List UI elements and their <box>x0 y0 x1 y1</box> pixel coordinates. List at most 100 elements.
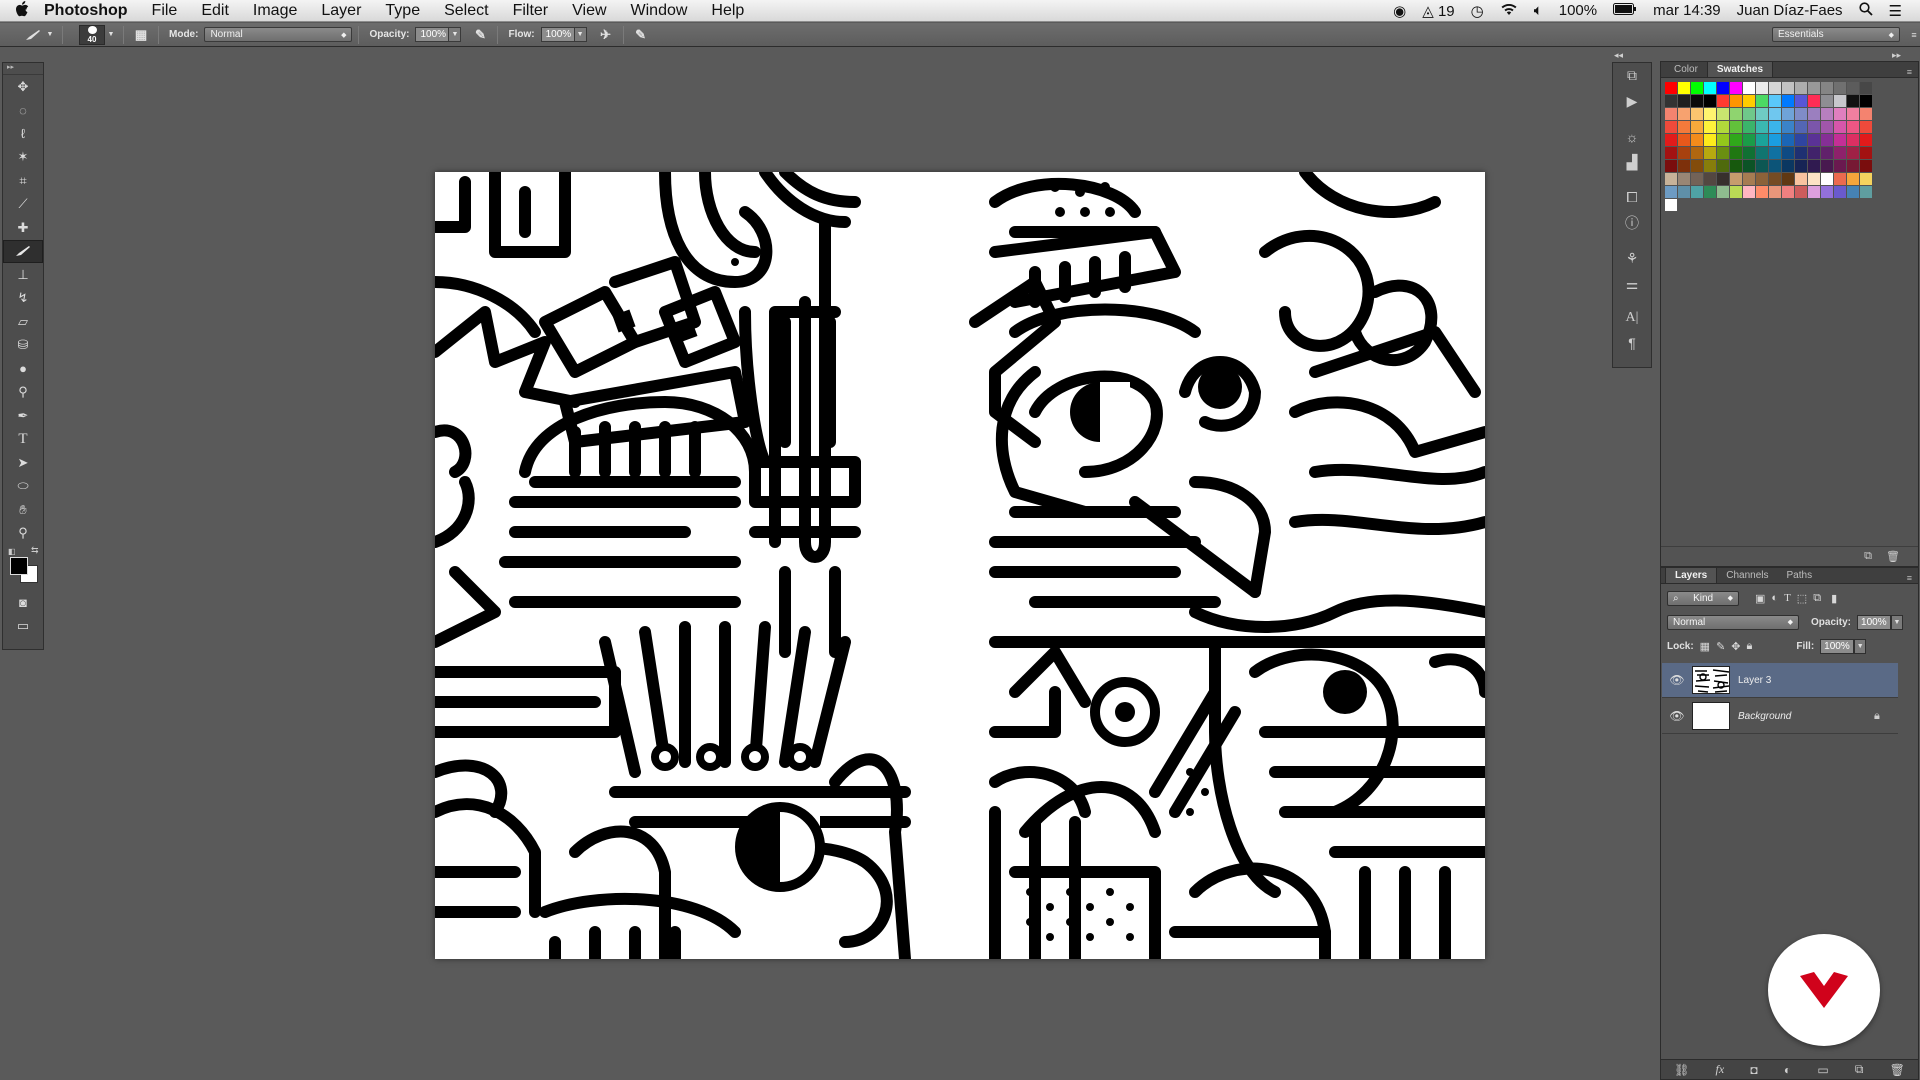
spotlight-search-icon[interactable] <box>1858 1 1873 20</box>
swatch[interactable] <box>1691 134 1703 146</box>
swatch[interactable] <box>1717 147 1729 159</box>
swatch[interactable] <box>1782 121 1794 133</box>
swatch[interactable] <box>1743 95 1755 107</box>
swatch[interactable] <box>1808 121 1820 133</box>
swatch[interactable] <box>1704 95 1716 107</box>
swatch[interactable] <box>1795 121 1807 133</box>
swatch[interactable] <box>1808 147 1820 159</box>
swatch[interactable] <box>1756 82 1768 94</box>
tab-color[interactable]: Color <box>1665 62 1707 77</box>
panel-menu-icon[interactable]: ≡ <box>1908 25 1920 45</box>
pressure-opacity-icon[interactable]: ✎ <box>469 25 491 45</box>
new-adjustment-layer-icon[interactable]: ◐ <box>1784 1063 1791 1077</box>
swatch[interactable] <box>1769 147 1781 159</box>
swatch[interactable] <box>1730 121 1742 133</box>
notification-center-icon[interactable]: ☰ <box>1889 2 1902 20</box>
eraser-tool-icon[interactable]: ▱ <box>3 310 43 334</box>
swatch[interactable] <box>1821 160 1833 172</box>
flow-field[interactable]: 100% <box>540 27 575 42</box>
lock-image-pixels-icon[interactable]: ✎ <box>1716 640 1725 653</box>
tab-layers[interactable]: Layers <box>1665 567 1718 583</box>
swatch[interactable] <box>1834 173 1846 185</box>
layer-row-layer-3[interactable]: 👁︎ Layer 3 <box>1662 663 1898 698</box>
swatch[interactable] <box>1704 121 1716 133</box>
swatch[interactable] <box>1782 108 1794 120</box>
menu-layer[interactable]: Layer <box>321 2 361 20</box>
apple-icon[interactable] <box>0 0 44 21</box>
swatch[interactable] <box>1678 186 1690 198</box>
tab-swatches[interactable]: Swatches <box>1706 61 1774 77</box>
swatch[interactable] <box>1782 173 1794 185</box>
swatch[interactable] <box>1782 186 1794 198</box>
menu-file[interactable]: File <box>152 2 178 20</box>
blur-tool-icon[interactable]: ● <box>3 357 43 381</box>
swatch[interactable] <box>1717 173 1729 185</box>
swatch[interactable] <box>1808 186 1820 198</box>
swatch[interactable] <box>1860 186 1872 198</box>
swatch[interactable] <box>1704 147 1716 159</box>
swatch[interactable] <box>1756 121 1768 133</box>
layer-name[interactable]: Background <box>1738 711 1874 722</box>
opacity-field[interactable]: 100% <box>415 27 450 42</box>
swatch[interactable] <box>1691 108 1703 120</box>
swatch[interactable] <box>1834 121 1846 133</box>
filter-adjustment-icon[interactable]: ◐ <box>1771 592 1778 604</box>
delete-layer-icon[interactable]: 🗑︎ <box>1890 1063 1905 1077</box>
swatch[interactable] <box>1769 82 1781 94</box>
brush-size-picker[interactable]: 40 <box>79 24 105 45</box>
menu-filter[interactable]: Filter <box>513 2 549 20</box>
swatch[interactable] <box>1665 82 1677 94</box>
swatch[interactable] <box>1808 134 1820 146</box>
swatch[interactable] <box>1860 147 1872 159</box>
swatch[interactable] <box>1691 121 1703 133</box>
swatch[interactable] <box>1795 95 1807 107</box>
type-tool-icon[interactable]: T <box>3 428 43 452</box>
fill-field[interactable]: 100% <box>1820 638 1855 654</box>
swatch[interactable] <box>1847 173 1859 185</box>
clone-stamp-tool-icon[interactable]: ⊥ <box>3 263 43 287</box>
swatch[interactable] <box>1665 121 1677 133</box>
brush-tool-icon[interactable] <box>3 239 43 263</box>
swatch[interactable] <box>1730 108 1742 120</box>
swatch[interactable] <box>1756 147 1768 159</box>
delete-swatch-icon[interactable]: 🗑︎ <box>1886 550 1900 563</box>
swatch[interactable] <box>1769 95 1781 107</box>
swatch[interactable] <box>1795 82 1807 94</box>
swatch[interactable] <box>1717 108 1729 120</box>
crop-tool-icon[interactable]: ⌗ <box>3 169 43 193</box>
opacity-slider-toggle[interactable]: ▼ <box>1891 614 1904 630</box>
swatch[interactable] <box>1847 108 1859 120</box>
swatch[interactable] <box>1847 82 1859 94</box>
swatch[interactable] <box>1704 82 1716 94</box>
swatch[interactable] <box>1743 147 1755 159</box>
document-canvas[interactable] <box>435 172 1485 959</box>
swatch[interactable] <box>1808 108 1820 120</box>
volume-icon[interactable]: 🔈︎ <box>1534 2 1543 19</box>
screen-mode-icon[interactable]: ▭ <box>3 615 43 639</box>
swatch[interactable] <box>1821 186 1833 198</box>
workspace-select[interactable]: Essentials ◆ <box>1772 27 1900 42</box>
swatch[interactable] <box>1795 108 1807 120</box>
swatch[interactable] <box>1821 134 1833 146</box>
swatch[interactable] <box>1678 147 1690 159</box>
swatch[interactable] <box>1704 160 1716 172</box>
swatch[interactable] <box>1782 147 1794 159</box>
swatch[interactable] <box>1665 147 1677 159</box>
swatch[interactable] <box>1847 147 1859 159</box>
visibility-eye-icon[interactable]: 👁︎ <box>1662 673 1692 687</box>
zoom-tool-icon[interactable]: ⚲ <box>3 522 43 546</box>
filter-toggle-icon[interactable]: ▮ <box>1831 592 1837 605</box>
swatch[interactable] <box>1834 134 1846 146</box>
adjustments-panel-icon[interactable]: ☼ <box>1613 124 1651 150</box>
swatch[interactable] <box>1691 173 1703 185</box>
app-menu[interactable]: Photoshop <box>44 2 128 20</box>
lock-position-icon[interactable]: ✥ <box>1731 640 1740 653</box>
swatch[interactable] <box>1808 82 1820 94</box>
paint-bucket-tool-icon[interactable]: ⛁ <box>3 334 43 358</box>
swatch[interactable] <box>1743 82 1755 94</box>
swatch[interactable] <box>1782 134 1794 146</box>
swatch[interactable] <box>1756 186 1768 198</box>
adobe-updates-indicator[interactable]: ◬ 19 <box>1422 2 1454 20</box>
lock-all-icon[interactable]: 🔒︎ <box>1747 640 1753 653</box>
swatch[interactable] <box>1756 160 1768 172</box>
